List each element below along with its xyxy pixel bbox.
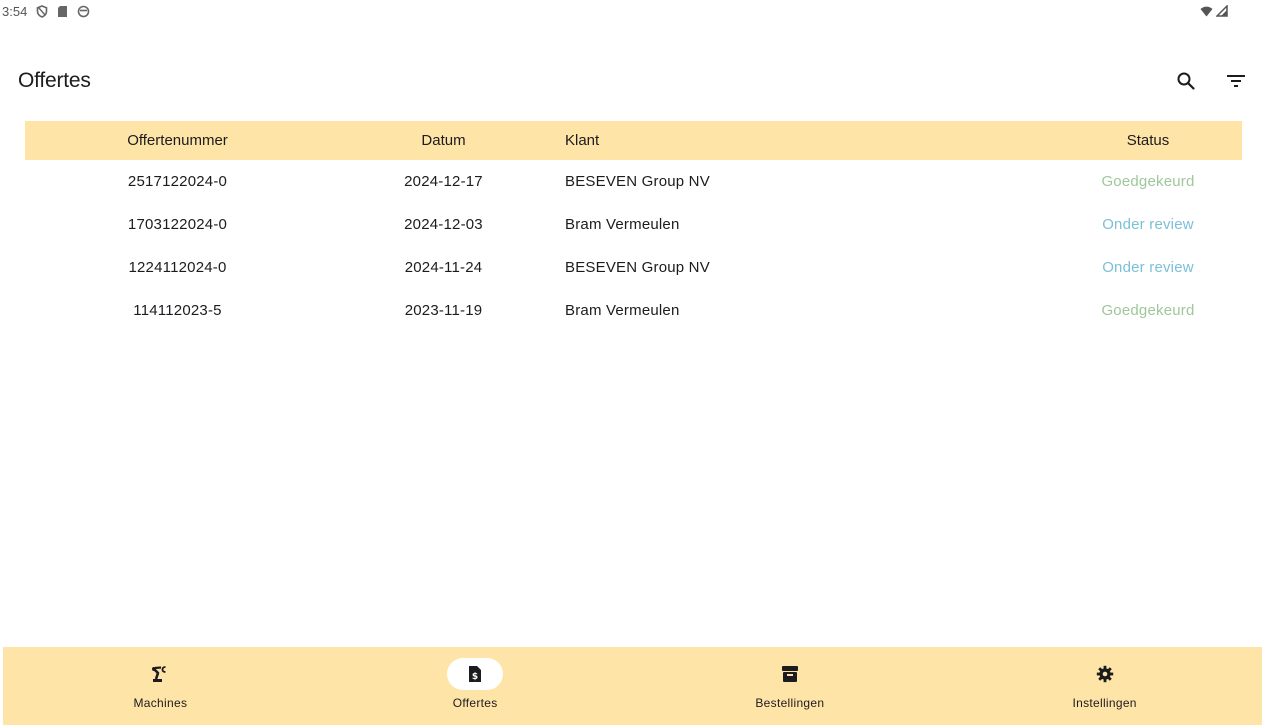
cell-offertenummer: 114112023-5 (133, 302, 222, 319)
table-row[interactable]: 1224112024-0 2024-11-24 BESEVEN Group NV… (25, 246, 1242, 289)
app-bar-actions (1172, 67, 1250, 95)
nav-icon-container (132, 658, 188, 690)
table-header-row: Offertenummer Datum Klant Status (25, 121, 1242, 160)
clock-icon (77, 5, 90, 18)
bottom-navigation: Machines $ Offertes Bestellingen Instell… (3, 647, 1262, 725)
nav-item-offertes[interactable]: $ Offertes (318, 647, 633, 725)
search-icon (1177, 72, 1195, 90)
cell-datum: 2024-11-24 (404, 259, 483, 276)
cell-datum: 2024-12-03 (404, 216, 483, 233)
cell-datum: 2024-12-17 (404, 173, 483, 190)
cell-datum: 2023-11-19 (404, 302, 483, 319)
nav-icon-container (762, 658, 818, 690)
status-bar: 3:54 (0, 0, 1264, 22)
table-row[interactable]: 1703122024-0 2024-12-03 Bram Vermeulen O… (25, 203, 1242, 246)
column-header-klant[interactable]: Klant (557, 121, 944, 160)
gear-icon (1096, 665, 1113, 683)
nav-item-bestellingen[interactable]: Bestellingen (633, 647, 948, 725)
nav-icon-container (1077, 658, 1133, 690)
status-time: 3:54 (2, 3, 28, 19)
filter-button[interactable] (1222, 67, 1250, 95)
nav-item-machines[interactable]: Machines (3, 647, 318, 725)
nav-label: Bestellingen (755, 696, 825, 710)
screen: 3:54 Offertes Offertenummer Datum Klant … (0, 0, 1264, 728)
cell-klant: Bram Vermeulen (565, 216, 680, 233)
column-header-offertenummer[interactable]: Offertenummer (25, 121, 330, 160)
status-badge: Goedgekeurd (1101, 173, 1195, 190)
table-row[interactable]: 2517122024-0 2024-12-17 BESEVEN Group NV… (25, 160, 1242, 203)
status-left: 3:54 (2, 4, 90, 19)
robot-arm-icon (152, 666, 166, 682)
signal-icon (1215, 5, 1228, 18)
page-title: Offertes (18, 69, 91, 92)
sd-card-icon (56, 5, 69, 18)
wifi-icon (1200, 5, 1213, 18)
svg-text:$: $ (472, 672, 478, 682)
status-badge: Goedgekeurd (1101, 302, 1195, 319)
nav-item-instellingen[interactable]: Instellingen (947, 647, 1262, 725)
app-bar: Offertes (0, 58, 1264, 104)
table-body: 2517122024-0 2024-12-17 BESEVEN Group NV… (25, 160, 1242, 332)
cell-offertenummer: 2517122024-0 (127, 173, 228, 190)
table-header: Offertenummer Datum Klant Status (25, 121, 1242, 160)
invoice-icon: $ (469, 666, 482, 682)
filter-icon (1227, 75, 1245, 87)
nav-label: Offertes (452, 696, 498, 710)
status-right (1200, 5, 1258, 18)
search-button[interactable] (1172, 67, 1200, 95)
column-header-status[interactable]: Status (944, 121, 1242, 160)
column-header-datum[interactable]: Datum (330, 121, 557, 160)
nav-label: Instellingen (1072, 696, 1137, 710)
nav-icon-container: $ (447, 658, 504, 690)
table-row[interactable]: 114112023-5 2023-11-19 Bram Vermeulen Go… (25, 289, 1242, 332)
status-badge: Onder review (1102, 259, 1194, 276)
cell-offertenummer: 1703122024-0 (127, 216, 228, 233)
cell-klant: Bram Vermeulen (565, 302, 680, 319)
shield-icon (35, 4, 48, 18)
status-badge: Onder review (1102, 216, 1194, 233)
archive-box-icon (781, 666, 798, 682)
cell-klant: BESEVEN Group NV (565, 173, 710, 190)
cell-offertenummer: 1224112024-0 (128, 259, 227, 276)
offers-table: Offertenummer Datum Klant Status 2517122… (25, 121, 1242, 332)
nav-label: Machines (133, 696, 188, 710)
cell-klant: BESEVEN Group NV (565, 259, 710, 276)
